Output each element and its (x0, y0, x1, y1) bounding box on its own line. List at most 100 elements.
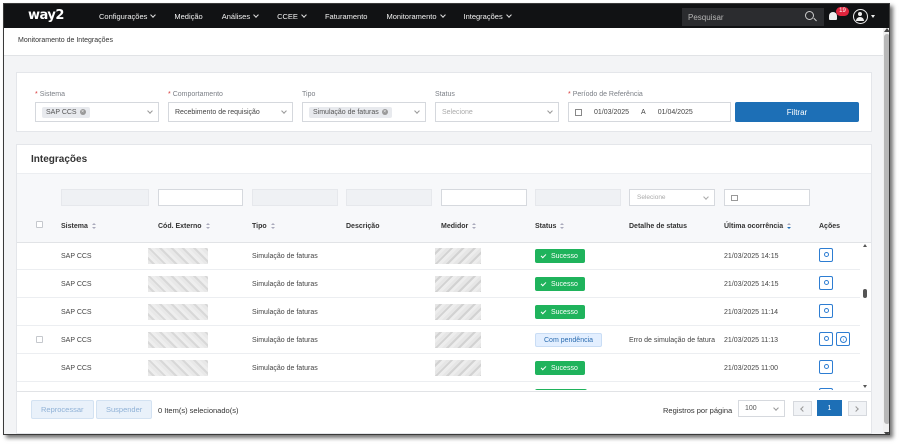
col-status[interactable]: Status (535, 223, 565, 230)
col-ultima-ocorrencia[interactable]: Última ocorrência (724, 223, 792, 230)
chevron-down-icon (253, 11, 259, 18)
date-to[interactable]: 01/04/2025 (658, 109, 693, 116)
status-col-select[interactable]: Selecione (629, 189, 715, 206)
page-scrollbar-thumb[interactable] (884, 34, 889, 424)
col-cod-externo[interactable]: Cód. Externo (158, 223, 210, 230)
chevron-down-icon (150, 11, 157, 18)
chevron-right-icon (853, 406, 859, 412)
view-details-button[interactable] (819, 360, 833, 374)
status-badge: Sucesso (535, 277, 585, 291)
nav-item-integracoes[interactable]: Integrações (464, 12, 512, 21)
col-tipo[interactable]: Tipo (252, 223, 275, 230)
sistema-select[interactable]: SAP CCS × (35, 102, 159, 122)
sistema-label: * Sistema (35, 91, 66, 98)
medidor-col-filter[interactable] (441, 189, 527, 206)
cell-tipo: Simulação de faturas (252, 337, 318, 344)
cell-sistema: SAP CCS (61, 253, 92, 260)
table-footer: Reprocessar Suspender 0 Item(s) selecion… (17, 391, 871, 431)
redacted-medidor (435, 248, 481, 264)
view-details-button[interactable] (819, 248, 833, 262)
scroll-down-icon[interactable] (863, 385, 867, 388)
table-row: SAP CCS Simulação de faturas Sucesso 21/… (17, 299, 860, 326)
sort-icon (91, 223, 96, 230)
chevron-down-icon (773, 405, 779, 411)
search-icon[interactable] (805, 11, 814, 20)
table-scrollbar[interactable] (862, 243, 868, 389)
view-details-button[interactable] (819, 276, 833, 290)
redacted-cod-externo (148, 360, 208, 376)
view-details-button[interactable] (819, 332, 833, 346)
cell-ultima-ocorrencia: 21/03/2025 14:15 (724, 281, 779, 288)
date-from[interactable]: 01/03/2025 (594, 109, 629, 116)
chevron-left-icon (800, 406, 806, 412)
caret-down-icon[interactable] (871, 15, 875, 18)
nav-label: CCEE (277, 11, 298, 21)
view-details-button[interactable] (819, 388, 833, 390)
tipo-select[interactable]: Simulação de faturas × (302, 102, 426, 122)
app-logo[interactable]: way2 (28, 8, 64, 23)
tipo-chip: Simulação de faturas × (309, 106, 392, 118)
check-icon (540, 308, 547, 314)
status-badge (535, 389, 587, 390)
info-button[interactable]: i (836, 332, 850, 346)
status-badge-pending: Com pendência (535, 333, 603, 347)
date-col-filter[interactable] (724, 189, 810, 206)
nav-item-configuracoes[interactable]: Configurações (99, 11, 157, 21)
tipo-col-filter (252, 189, 338, 206)
breadcrumb: Monitoramento de Integrações (18, 37, 113, 44)
scroll-down-icon[interactable] (884, 432, 889, 434)
remove-chip-icon[interactable]: × (79, 109, 86, 115)
nav-label: Análises (221, 11, 251, 21)
rows-per-page-select[interactable]: 100 (738, 400, 785, 417)
suspend-button[interactable]: Suspender (96, 400, 153, 419)
status-select[interactable]: Selecione (435, 102, 559, 122)
scroll-up-icon[interactable] (884, 28, 889, 32)
cell-tipo: Simulação de faturas (252, 253, 318, 260)
notification-badge: 19 (836, 7, 849, 16)
remove-chip-icon[interactable]: × (381, 109, 388, 115)
page-scrollbar[interactable] (883, 28, 889, 434)
nav-item-ccee[interactable]: CCEE (277, 11, 307, 21)
nav-item-faturamento[interactable]: Faturamento (325, 12, 368, 21)
next-page-button[interactable] (848, 401, 867, 416)
check-icon (540, 364, 547, 370)
periodo-date-range[interactable]: 01/03/2025 A 01/04/2025 (568, 102, 731, 122)
redacted-medidor (435, 304, 481, 320)
scroll-up-icon[interactable] (863, 244, 867, 247)
date-separator: A (641, 108, 646, 116)
chevron-down-icon (147, 108, 153, 114)
nav-item-analises[interactable]: Análises (221, 11, 259, 21)
chevron-down-icon (281, 108, 287, 114)
calendar-icon (575, 108, 582, 116)
scrollbar-thumb[interactable] (863, 289, 867, 298)
view-details-button[interactable] (819, 304, 833, 318)
cod-externo-col-filter[interactable] (158, 189, 243, 206)
nav-label: Configurações (99, 11, 148, 21)
nav-item-monitoramento[interactable]: Monitoramento (386, 12, 446, 21)
magnifier-icon (824, 336, 829, 341)
check-icon (540, 280, 547, 286)
col-medidor[interactable]: Medidor (441, 223, 477, 230)
user-avatar-icon[interactable] (853, 9, 868, 24)
search-input[interactable]: Pesquisar (682, 8, 824, 26)
row-checkbox[interactable] (36, 336, 43, 343)
select-all-checkbox[interactable] (36, 221, 43, 228)
chevron-down-icon (301, 11, 307, 18)
filter-button[interactable]: Filtrar (735, 102, 859, 122)
integrations-card: Integrações Selecione Sistema Cód. Exter… (16, 144, 872, 434)
chevron-down-icon (547, 108, 553, 114)
comportamento-select[interactable]: Recebimento de requisição (168, 102, 293, 122)
card-title: Integrações (31, 154, 88, 165)
prev-page-button[interactable] (793, 401, 812, 416)
sistema-col-filter (61, 189, 149, 206)
status-col-filter-disabled (535, 189, 621, 206)
redacted-cod-externo (148, 304, 208, 320)
nav-label: Medição (174, 11, 203, 21)
sort-icon (270, 223, 275, 230)
col-sistema[interactable]: Sistema (61, 223, 96, 230)
col-detalhe: Detalhe de status (629, 223, 687, 230)
nav-item-medicao[interactable]: Medição (174, 12, 202, 21)
status-label: Status (435, 91, 455, 98)
current-page-button[interactable]: 1 (817, 400, 842, 416)
reprocess-button[interactable]: Reprocessar (31, 400, 94, 419)
